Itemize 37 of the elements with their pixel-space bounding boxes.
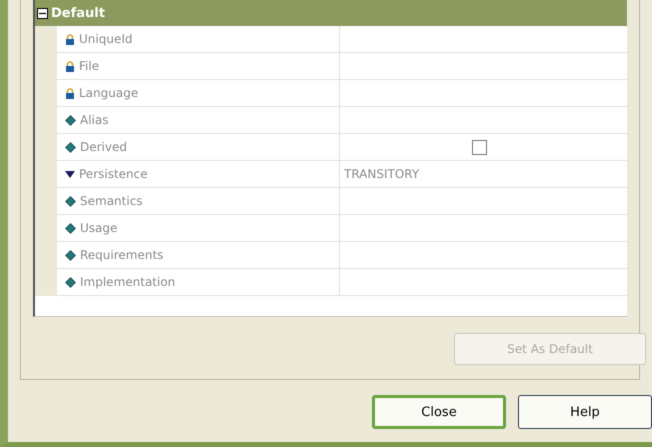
property-name-cell[interactable]: Implementation bbox=[57, 269, 340, 295]
checkbox[interactable] bbox=[472, 140, 487, 154]
property-name: Semantics bbox=[80, 194, 143, 208]
lock-icon bbox=[65, 88, 75, 98]
lock-icon bbox=[65, 34, 75, 44]
property-name: Language bbox=[79, 86, 138, 100]
property-name-cell[interactable]: File bbox=[57, 53, 340, 79]
help-button[interactable]: Help bbox=[518, 395, 652, 429]
property-name: File bbox=[79, 59, 100, 73]
property-name: Derived bbox=[80, 140, 127, 154]
property-name: Implementation bbox=[80, 275, 176, 289]
property-name: Persistence bbox=[79, 167, 148, 181]
property-name-cell[interactable]: Persistence bbox=[57, 161, 340, 187]
property-name-cell[interactable]: Requirements bbox=[57, 242, 340, 268]
property-name-cell[interactable]: Language bbox=[57, 80, 340, 106]
diamond-icon bbox=[65, 142, 76, 152]
lock-icon bbox=[65, 60, 75, 72]
property-name: UniqueId bbox=[79, 32, 132, 46]
property-value[interactable]: TRANSITORY bbox=[344, 167, 420, 181]
property-name: Usage bbox=[80, 221, 118, 235]
diamond-icon bbox=[65, 222, 76, 234]
category-title: Default bbox=[51, 6, 105, 20]
category-header[interactable]: Default bbox=[35, 0, 627, 26]
diamond-icon bbox=[65, 196, 76, 206]
dropdown-arrow-icon bbox=[65, 170, 75, 178]
property-name: Requirements bbox=[80, 248, 164, 262]
collapse-icon[interactable] bbox=[37, 8, 48, 18]
property-name-cell[interactable]: Semantics bbox=[57, 188, 340, 214]
property-name-cell[interactable]: Alias bbox=[57, 107, 340, 133]
close-button[interactable]: Close bbox=[372, 395, 506, 429]
diamond-icon bbox=[65, 250, 76, 260]
diamond-icon bbox=[65, 276, 76, 288]
property-name-cell[interactable]: Usage bbox=[57, 215, 340, 241]
property-name: Alias bbox=[80, 113, 108, 127]
diamond-icon bbox=[65, 114, 76, 126]
property-name-cell[interactable]: UniqueId bbox=[57, 26, 340, 52]
property-name-cell[interactable]: Derived bbox=[57, 134, 340, 160]
